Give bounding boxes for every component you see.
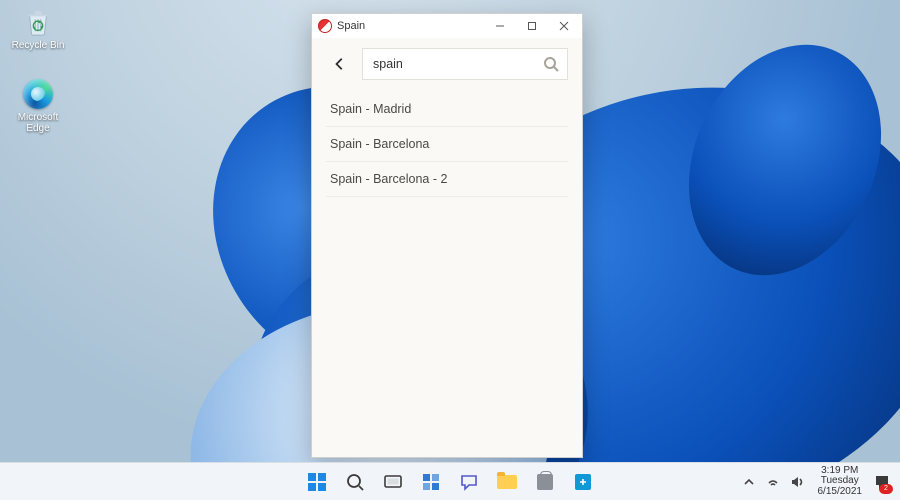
app-tile-icon: [573, 472, 593, 492]
store-icon: [537, 474, 553, 490]
search-box[interactable]: [362, 48, 568, 80]
app-icon: [318, 19, 332, 33]
titlebar[interactable]: Spain: [312, 14, 582, 38]
search-input[interactable]: [371, 56, 543, 72]
start-button[interactable]: [300, 466, 334, 498]
close-button[interactable]: [548, 14, 580, 38]
widgets-icon: [421, 472, 441, 492]
notification-badge: 2: [879, 484, 893, 494]
sound-icon[interactable]: [790, 475, 804, 489]
taskbar: 3:19 PM Tuesday 6/15/2021 2: [0, 462, 900, 500]
minimize-button[interactable]: [484, 14, 516, 38]
system-tray[interactable]: [734, 475, 812, 489]
recycle-bin-icon: [22, 6, 54, 38]
taskbar-search-button[interactable]: [338, 466, 372, 498]
search-icon: [345, 472, 365, 492]
desktop-icon-label: Microsoft Edge: [8, 112, 68, 134]
chat-button[interactable]: [452, 466, 486, 498]
windows-logo-icon: [308, 473, 326, 491]
maximize-button[interactable]: [516, 14, 548, 38]
chat-icon: [459, 472, 479, 492]
result-item[interactable]: Spain - Barcelona: [326, 127, 568, 162]
edge-icon: [22, 78, 54, 110]
desktop-icon-edge[interactable]: Microsoft Edge: [8, 78, 68, 134]
search-row: [326, 48, 568, 80]
desktop-icon-recycle-bin[interactable]: Recycle Bin: [8, 6, 68, 51]
desktop-icon-label: Recycle Bin: [12, 40, 65, 51]
task-view-button[interactable]: [376, 466, 410, 498]
result-item[interactable]: Spain - Madrid: [326, 92, 568, 127]
taskbar-center: [300, 466, 600, 498]
taskbar-clock[interactable]: 3:19 PM Tuesday 6/15/2021: [812, 466, 869, 498]
window-title: Spain: [337, 20, 365, 32]
notifications-button[interactable]: 2: [868, 466, 896, 498]
pinned-app-button[interactable]: [566, 466, 600, 498]
file-explorer-button[interactable]: [490, 466, 524, 498]
app-body: Spain - Madrid Spain - Barcelona Spain -…: [312, 38, 582, 457]
folder-icon: [497, 475, 517, 489]
back-button[interactable]: [326, 49, 354, 79]
search-results: Spain - Madrid Spain - Barcelona Spain -…: [326, 92, 568, 197]
widgets-button[interactable]: [414, 466, 448, 498]
task-view-icon: [383, 472, 403, 492]
clock-date: 6/15/2021: [818, 487, 863, 498]
taskbar-right: 3:19 PM Tuesday 6/15/2021 2: [734, 463, 897, 500]
tray-overflow-icon[interactable]: [742, 475, 756, 489]
result-item[interactable]: Spain - Barcelona - 2: [326, 162, 568, 197]
network-icon[interactable]: [766, 475, 780, 489]
vpn-app-window: Spain Spain - Madrid Spain - Barce: [311, 13, 583, 458]
search-icon: [543, 56, 559, 72]
store-button[interactable]: [528, 466, 562, 498]
